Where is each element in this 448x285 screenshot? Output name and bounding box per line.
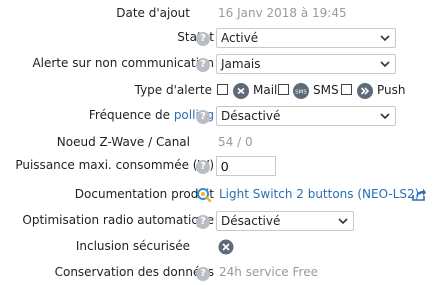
optimisation-value: Désactivé <box>221 214 281 228</box>
help-icon[interactable]: ? <box>196 32 210 46</box>
push-icon <box>357 83 373 99</box>
chevron-down-icon <box>380 113 390 120</box>
statut-select[interactable]: Activé <box>216 28 396 48</box>
conservation-label: Conservation des données <box>54 265 214 279</box>
row-noeud-zwave: Noeud Z-Wave / Canal 54 / 0 <box>0 131 448 155</box>
documentation-link[interactable]: Light Switch 2 buttons (NEO-LS2) <box>219 187 419 201</box>
documentation-label: Documentation produit <box>74 187 214 201</box>
share-icon[interactable] <box>411 186 427 202</box>
chevron-down-icon <box>380 35 390 42</box>
row-frequence-polling: Fréquence de polling ? Désactivé <box>0 104 448 128</box>
row-documentation: Documentation produit Light Switch 2 but… <box>0 183 448 207</box>
puissance-label: Puissance maxi. consommée (W) <box>15 158 214 172</box>
date-ajout-value: 16 Janv 2018 à 19:45 <box>218 6 347 20</box>
mail-option-label: Mail <box>253 83 278 97</box>
help-icon[interactable]: ? <box>196 215 210 229</box>
row-statut: Statut ? Activé <box>0 26 448 50</box>
close-circle-icon <box>218 239 234 255</box>
puissance-input[interactable] <box>216 156 276 176</box>
chevron-down-icon <box>380 61 390 68</box>
push-option-label: Push <box>377 83 406 97</box>
frequence-select[interactable]: Désactivé <box>216 106 396 126</box>
noeud-value: 54 / 0 <box>218 135 253 149</box>
noeud-label: Noeud Z-Wave / Canal <box>56 135 190 149</box>
row-alerte-non-communication: Alerte sur non communication ? Jamais <box>0 52 448 76</box>
sms-option-label: SMS <box>313 83 339 97</box>
alerte-non-comm-label: Alerte sur non communication <box>32 56 214 70</box>
help-icon[interactable]: ? <box>196 110 210 124</box>
help-icon[interactable]: ? <box>196 58 210 72</box>
row-optimisation-radio: Optimisation radio automatique ? Désacti… <box>0 209 448 233</box>
push-checkbox[interactable] <box>341 84 352 95</box>
row-conservation: Conservation des données ? 24h service F… <box>0 261 448 285</box>
row-type-alerte: Type d'alerte Mail SMS SMS Push <box>0 79 448 103</box>
help-icon[interactable]: ? <box>196 160 210 174</box>
date-ajout-label: Date d'ajout <box>116 6 190 20</box>
row-inclusion-securisee: Inclusion sécurisée <box>0 235 448 259</box>
conservation-value: 24h service Free <box>219 265 318 279</box>
sms-icon: SMS <box>293 83 309 99</box>
inclusion-label: Inclusion sécurisée <box>75 239 190 253</box>
svg-text:SMS: SMS <box>295 90 307 96</box>
mail-icon <box>233 83 249 99</box>
chevron-down-icon <box>338 218 348 225</box>
frequence-value: Désactivé <box>221 109 281 123</box>
optimisation-label: Optimisation radio automatique <box>22 213 214 227</box>
alerte-non-comm-value: Jamais <box>221 57 261 71</box>
statut-value: Activé <box>221 31 259 45</box>
help-icon[interactable]: ? <box>196 267 210 281</box>
optimisation-select[interactable]: Désactivé <box>216 211 354 231</box>
sms-checkbox[interactable] <box>278 84 289 95</box>
alerte-non-comm-select[interactable]: Jamais <box>216 54 396 74</box>
search-doc-icon <box>196 187 212 203</box>
type-alerte-label: Type d'alerte <box>134 83 212 97</box>
row-puissance: Puissance maxi. consommée (W) ? <box>0 154 448 178</box>
mail-checkbox[interactable] <box>217 84 228 95</box>
row-date-ajout: Date d'ajout 16 Janv 2018 à 19:45 <box>0 2 448 26</box>
